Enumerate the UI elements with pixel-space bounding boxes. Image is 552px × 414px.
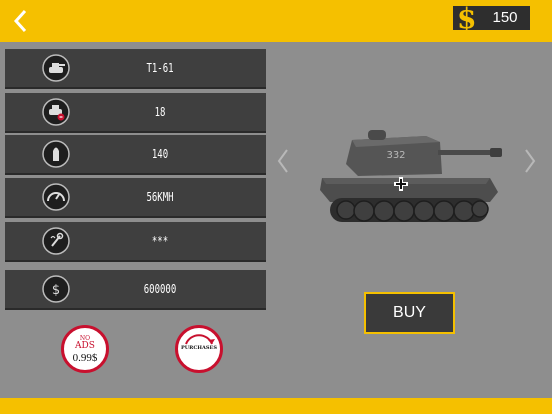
stat-row-damage: 18	[5, 93, 266, 131]
chevron-left-icon	[277, 149, 288, 173]
dollar-icon: $	[41, 274, 71, 304]
repair-icon	[41, 226, 71, 256]
chevron-left-icon	[13, 9, 27, 33]
dollar-icon: $	[457, 2, 477, 35]
stat-value: 140	[151, 147, 169, 161]
buy-button[interactable]: BUY	[364, 292, 455, 334]
stat-value: ***	[151, 234, 169, 248]
stat-value: 18	[154, 105, 166, 119]
coin-count: 150	[492, 9, 518, 26]
stat-row-repair: ***	[5, 222, 266, 260]
speedometer-icon	[41, 182, 71, 212]
no-ads-line2: ADS	[75, 341, 95, 351]
bottom-bar	[0, 398, 552, 414]
tank-preview: 332	[310, 120, 510, 240]
stat-row-price: $ 600000	[5, 270, 266, 308]
stat-value: T1-61	[146, 61, 174, 75]
chevron-right-icon	[525, 149, 536, 173]
stat-value: 56KMH	[146, 190, 174, 204]
turret-number: 332	[386, 150, 405, 161]
previous-tank-button[interactable]	[276, 147, 290, 175]
svg-text:$: $	[52, 283, 60, 298]
stat-row-model: T1-61	[5, 49, 266, 87]
tank-damage-icon	[41, 97, 71, 127]
stat-row-speed: 56KMH	[5, 178, 266, 216]
coin-balance: $ 150	[451, 2, 532, 35]
shell-icon	[41, 139, 71, 169]
stat-row-armor: 140	[5, 135, 266, 173]
back-button[interactable]	[6, 6, 36, 36]
purchases-button[interactable]: PURCHASES	[175, 325, 223, 373]
purchases-label: PURCHASES	[181, 345, 217, 351]
top-bar: $ 150	[0, 0, 552, 42]
no-ads-price: 0.99$	[72, 352, 98, 364]
buy-button-label: BUY	[393, 304, 426, 321]
stat-value: 600000	[143, 282, 177, 296]
next-tank-button[interactable]	[523, 147, 537, 175]
no-ads-button[interactable]: NO ADS 0.99$	[61, 325, 109, 373]
tank-icon	[41, 53, 71, 83]
